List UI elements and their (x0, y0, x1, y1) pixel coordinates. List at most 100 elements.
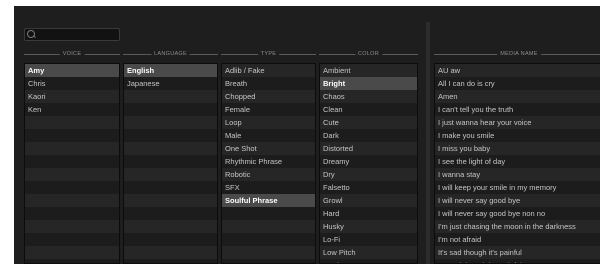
list-item[interactable]: Chaos (320, 90, 417, 103)
media-name-header-label: MEDIA NAME (497, 49, 541, 59)
list-item[interactable]: Distorted (320, 142, 417, 155)
list-item[interactable]: I see the light of day (435, 155, 600, 168)
color-column-header[interactable]: COLOR (319, 49, 418, 59)
list-item[interactable]: I'm just chasing the moon in the darknes… (435, 220, 600, 233)
voice-column-header[interactable]: VOICE (24, 49, 120, 59)
list-item[interactable]: Rhythmic Phrase (222, 155, 315, 168)
list-item[interactable]: Dark (320, 129, 417, 142)
empty-row (124, 90, 217, 103)
empty-row (25, 129, 119, 142)
empty-row (25, 207, 119, 220)
list-item[interactable]: Japanese (124, 77, 217, 90)
empty-row (124, 116, 217, 129)
list-item[interactable]: Amen (435, 90, 600, 103)
language-column: LANGUAGE English Japanese (123, 49, 218, 264)
list-item[interactable]: I will never say good bye (435, 194, 600, 207)
type-list[interactable]: Adlib / Fake Breath Chopped Female Loop Male O… (221, 63, 316, 264)
list-item[interactable]: Low Pitch (320, 246, 417, 259)
color-list[interactable]: Ambient Bright Chaos Clean Cute Dark Distorted… (319, 63, 418, 264)
list-item[interactable]: English (124, 64, 217, 77)
empty-row (124, 246, 217, 259)
empty-row (25, 142, 119, 155)
empty-row (25, 194, 119, 207)
search-field[interactable] (24, 28, 120, 41)
list-item[interactable]: Bright (320, 77, 417, 90)
list-item[interactable]: Chris (25, 77, 119, 90)
empty-row (124, 194, 217, 207)
empty-row (222, 233, 315, 246)
list-item[interactable]: Hard (320, 207, 417, 220)
media-name-column-header[interactable]: MEDIA NAME (434, 49, 600, 59)
list-item[interactable]: Adlib / Fake (222, 64, 315, 77)
list-item[interactable]: Lo-Fi (320, 233, 417, 246)
empty-row (124, 155, 217, 168)
media-name-list[interactable]: AU aw All I can do is cry Amen I can't tell… (434, 63, 600, 264)
list-item[interactable]: Falsetto (320, 181, 417, 194)
list-item[interactable]: I just wanna hear your voice (435, 116, 600, 129)
list-item[interactable]: Ken (25, 103, 119, 116)
empty-row (25, 259, 119, 263)
language-column-header[interactable]: LANGUAGE (123, 49, 218, 59)
list-item[interactable]: Chopped (222, 90, 315, 103)
empty-row (25, 233, 119, 246)
list-item[interactable]: I can't tell you the truth (435, 103, 600, 116)
voice-list[interactable]: Amy Chris Kaori Ken (24, 63, 120, 264)
list-item[interactable]: Loop (222, 116, 315, 129)
empty-row (25, 181, 119, 194)
empty-row (124, 142, 217, 155)
list-item[interactable]: Female (222, 103, 315, 116)
list-item[interactable]: It's sad though it's painful (435, 246, 600, 259)
empty-row (124, 259, 217, 263)
list-item[interactable]: I miss you baby (435, 142, 600, 155)
empty-row (25, 155, 119, 168)
empty-row (124, 207, 217, 220)
list-item[interactable]: Kaori (25, 90, 119, 103)
empty-row (222, 220, 315, 233)
color-header-label: COLOR (354, 49, 383, 59)
type-column: TYPE Adlib / Fake Breath Chopped Female Loop… (221, 49, 316, 264)
empty-row (222, 207, 315, 220)
empty-row (124, 233, 217, 246)
empty-row (124, 103, 217, 116)
empty-row (222, 246, 315, 259)
list-item[interactable]: It's sad though it's painful (435, 259, 600, 263)
color-column: COLOR Ambient Bright Chaos Clean Cute Dark Dis… (319, 49, 418, 264)
browser-panel: VOICE Amy Chris Kaori Ken LANGUAGE English J… (14, 6, 600, 264)
list-item[interactable]: Dreamy (320, 155, 417, 168)
list-item[interactable]: Husky (320, 220, 417, 233)
list-item[interactable]: I make you smile (435, 129, 600, 142)
empty-row (25, 220, 119, 233)
list-item[interactable]: Clean (320, 103, 417, 116)
search-icon (27, 30, 35, 38)
list-item[interactable]: Cute (320, 116, 417, 129)
empty-row (124, 220, 217, 233)
list-item[interactable]: Breath (222, 77, 315, 90)
type-header-label: TYPE (257, 49, 280, 59)
list-item[interactable]: Moving (320, 259, 417, 263)
media-name-column: MEDIA NAME AU aw All I can do is cry Amen I… (434, 49, 600, 264)
empty-row (124, 168, 217, 181)
empty-row (124, 129, 217, 142)
voice-column: VOICE Amy Chris Kaori Ken (24, 49, 120, 264)
list-item[interactable]: Robotic (222, 168, 315, 181)
list-item[interactable]: I'm not afraid (435, 233, 600, 246)
empty-row (25, 116, 119, 129)
list-item[interactable]: Dry (320, 168, 417, 181)
list-item[interactable]: All I can do is cry (435, 77, 600, 90)
list-item[interactable]: Growl (320, 194, 417, 207)
empty-row (222, 259, 315, 263)
panel-splitter[interactable] (426, 22, 430, 264)
list-item[interactable]: Soulful Phrase (222, 194, 315, 207)
list-item[interactable]: SFX (222, 181, 315, 194)
list-item[interactable]: Male (222, 129, 315, 142)
list-item[interactable]: Amy (25, 64, 119, 77)
list-item[interactable]: AU aw (435, 64, 600, 77)
list-item[interactable]: Ambient (320, 64, 417, 77)
list-item[interactable]: One Shot (222, 142, 315, 155)
list-item[interactable]: I wanna stay (435, 168, 600, 181)
list-item[interactable]: I will never say good bye non no (435, 207, 600, 220)
list-item[interactable]: I will keep your smile in my memory (435, 181, 600, 194)
empty-row (124, 181, 217, 194)
type-column-header[interactable]: TYPE (221, 49, 316, 59)
language-list[interactable]: English Japanese (123, 63, 218, 264)
